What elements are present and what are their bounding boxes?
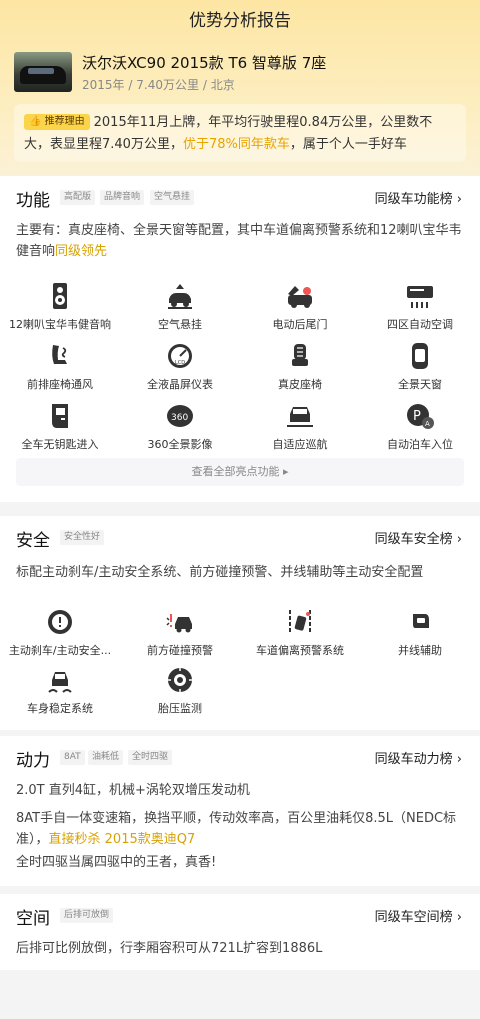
blind-spot-icon [413,614,429,628]
safety-section: 安全 安全性好 同级车安全榜 › 标配主动刹车/主动安全系统、前方碰撞预警、并线… [0,516,480,730]
lane-departure-icon [289,610,311,634]
car-thumbnail [14,52,72,92]
feature-item[interactable]: 前排座椅通风 [0,342,120,392]
keyless-entry-icon [52,404,68,428]
seat-ventilation-icon [52,345,67,364]
safety-item[interactable]: 主动刹车/主动安全... [0,608,120,658]
camera-360-icon: 360 [167,405,193,427]
function-highlight: 同级领先 [55,244,108,259]
space-description: 后排可比例放倒，行李厢容积可从721L扩容到1886L [16,941,323,956]
svg-text:360: 360 [171,413,188,423]
transmission-text: 8AT手自一体变速箱，换挡平顺，传动效率高，百公里油耗仅8.5L（NEDC标准）… [16,811,457,847]
meta-separator: / [128,78,133,92]
drivetrain-text: 全时四驱当属四驱中的王者，真香! [16,855,217,870]
view-all-features-button[interactable]: 查看全部亮点功能 ▸ [16,458,464,486]
power-tailgate-icon [288,286,312,308]
recommendation-box: 👍 推荐理由 2015年11月上牌，年平均行驶里程0.84万公里，公里数不大，表显… [14,104,466,162]
feature-item[interactable]: 12喇叭宝华韦健音响 [0,282,120,332]
power-title: 动力 [16,751,50,771]
adaptive-cruise-icon [287,407,313,427]
function-title: 功能 [16,191,50,211]
space-chip: 后排可放倒 [60,908,114,923]
car-meta: 2015年 / 7.40万公里 / 北京 [82,76,235,93]
auto-parking-icon: PA [407,404,434,429]
page-title: 优势分析报告 [189,11,291,31]
power-ranking-link[interactable]: 同级车动力榜 › [375,748,462,767]
feature-item[interactable]: 电动后尾门 [240,282,360,332]
function-chip: 品牌音响 [100,190,145,205]
car-city: 北京 [210,78,235,92]
function-description: 主要有：真皮座椅、全景天窗等配置，其中车道偏离预警系统和12喇叭宝华韦健音响同级… [16,223,462,259]
reason-text-end: ，属于个人一手好车 [289,137,407,152]
power-chip: 全时四驱 [128,750,173,765]
safety-item[interactable]: 车身稳定系统 [0,666,120,716]
function-section: 功能 高配版 品牌音响 空气悬挂 同级车功能榜 › 主要有：真皮座椅、全景天窗等… [0,176,480,502]
feature-item[interactable]: LCD 全液晶屏仪表 [120,342,240,392]
feature-item[interactable]: 自适应巡航 [240,402,360,452]
function-ranking-link[interactable]: 同级车功能榜 › [375,188,462,207]
car-mileage: 7.40万公里 [136,78,199,92]
power-chip: 8AT [60,750,85,765]
svg-text:P: P [413,409,421,424]
power-section: 动力 8AT 油耗低 全时四驱 同级车动力榜 › 2.0T 直列4缸，机械+涡轮… [0,736,480,886]
space-title: 空间 [16,909,50,929]
car-title: 沃尔沃XC90 2015款 T6 智尊版 7座 [82,54,327,72]
stability-control-icon [48,672,72,693]
space-ranking-link[interactable]: 同级车空间榜 › [375,906,462,925]
function-chip: 空气悬挂 [150,190,195,205]
speaker-icon [53,283,67,309]
feature-item[interactable]: PA 自动泊车入位 [360,402,480,452]
safety-description: 标配主动刹车/主动安全系统、前方碰撞预警、并线辅助等主动安全配置 [16,565,424,580]
meta-separator: / [202,78,207,92]
feature-item[interactable]: 空气悬挂 [120,282,240,332]
car-summary[interactable]: 沃尔沃XC90 2015款 T6 智尊版 7座 2015年 / 7.40万公里 … [14,52,466,96]
lcd-gauge-icon: LCD [168,344,192,368]
feature-item[interactable]: 全景天窗 [360,342,480,392]
safety-title: 安全 [16,531,50,551]
feature-item[interactable]: 四区自动空调 [360,282,480,332]
reason-highlight: 优于78%同年款车 [182,137,290,152]
collision-warning-icon [166,614,192,633]
function-chip: 高配版 [60,190,96,205]
safety-item[interactable]: 胎压监测 [120,666,240,716]
space-section: 空间 后排可放倒 同级车空间榜 › 后排可比例放倒，行李厢容积可从721L扩容到… [0,894,480,970]
safety-ranking-link[interactable]: 同级车安全榜 › [375,528,462,547]
leather-seat-icon [292,344,308,366]
climate-control-icon [407,286,433,308]
engine-text: 2.0T 直列4缸，机械+涡轮双增压发动机 [16,783,250,798]
panoramic-roof-icon [412,343,428,369]
feature-item[interactable]: 真皮座椅 [240,342,360,392]
feature-item[interactable]: 全车无钥匙进入 [0,402,120,452]
recommend-tag: 👍 推荐理由 [24,114,90,130]
safety-chip: 安全性好 [60,530,105,545]
safety-item[interactable]: 车道偏离预警系统 [240,608,360,658]
comparison-highlight: 直接秒杀 2015款奥迪Q7 [48,832,196,847]
power-chip: 油耗低 [88,750,124,765]
svg-text:LCD: LCD [175,360,185,366]
safety-item[interactable]: 并线辅助 [360,608,480,658]
car-year: 2015年 [82,78,125,92]
active-brake-icon [48,610,72,634]
safety-item[interactable]: 前方碰撞预警 [120,608,240,658]
feature-item[interactable]: 360 360全景影像 [120,402,240,452]
svg-text:A: A [425,420,430,428]
tire-pressure-icon [168,668,192,692]
air-suspension-icon [168,284,192,309]
